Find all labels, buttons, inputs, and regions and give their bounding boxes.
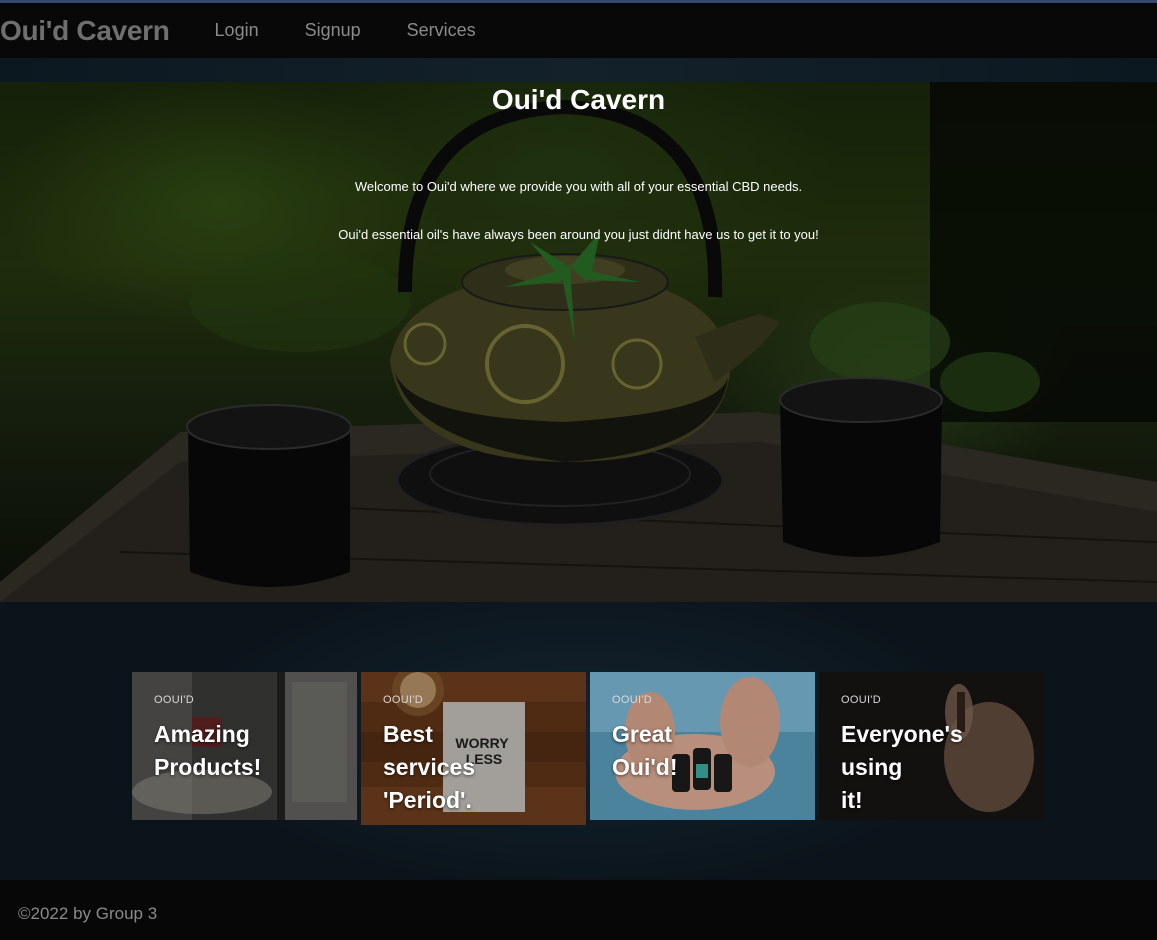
card-title: Best services 'Period'.: [383, 721, 476, 813]
card-title: Amazing Products!: [154, 721, 262, 780]
nav-link-services[interactable]: Services: [407, 20, 476, 41]
card-eyebrow: OOUI'D: [841, 694, 881, 706]
hero-title: Oui'd Cavern: [491, 84, 666, 115]
card-title: Great Oui'd!: [612, 721, 678, 780]
brand-link[interactable]: Oui'd Cavern: [0, 15, 170, 47]
nav-link-login[interactable]: Login: [215, 20, 259, 41]
card-eyebrow: OOUI'D: [154, 694, 194, 706]
card-title: Everyone's using it!: [841, 721, 963, 813]
hero-welcome-text: Welcome to Oui'd where we provide you wi…: [354, 179, 803, 194]
navbar: Oui'd Cavern Login Signup Services: [0, 3, 1157, 58]
footer-copyright: ©2022 by Group 3: [18, 904, 158, 923]
nav-link-signup[interactable]: Signup: [305, 20, 361, 41]
card-eyebrow: OOUI'D: [612, 694, 652, 706]
hero-top-band: [0, 58, 1157, 82]
card-best-services[interactable]: WORRY LESS OOUI'D Best services 'Period'…: [361, 672, 586, 825]
hero-section: Oui'd Cavern Welcome to Oui'd where we p…: [0, 82, 1157, 602]
footer: ©2022 by Group 3: [0, 880, 1157, 940]
hero-image-teapot: [0, 82, 1157, 602]
card-everyone-using[interactable]: OOUI'D Everyone's using it!: [819, 672, 1044, 820]
hero-tagline-text: Oui'd essential oil's have always been a…: [338, 227, 819, 242]
card-eyebrow: OOUI'D: [383, 694, 423, 706]
card-amazing-products[interactable]: OOUI'D Amazing Products!: [132, 672, 357, 820]
card-great-ouid[interactable]: OOUI'D Great Oui'd!: [590, 672, 815, 820]
